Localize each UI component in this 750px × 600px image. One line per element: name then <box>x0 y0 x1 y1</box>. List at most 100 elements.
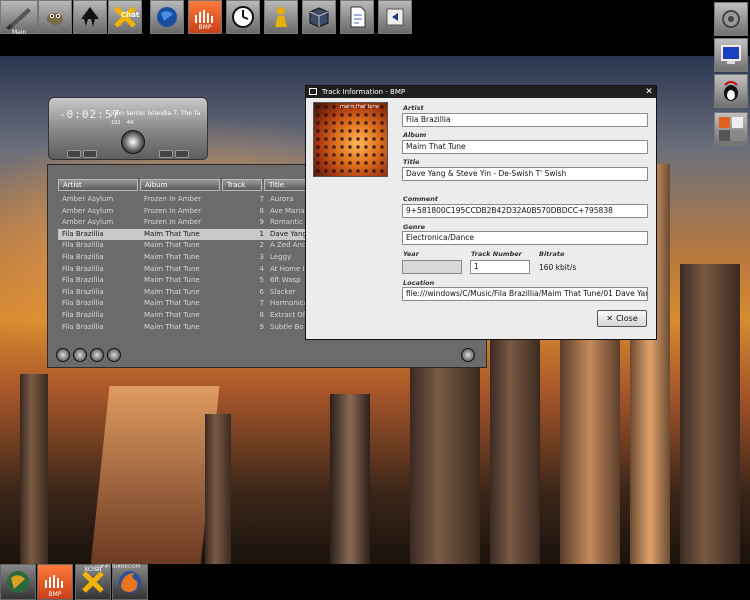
main-menu-icon <box>6 8 31 30</box>
cell-album: Maim That Tune <box>144 264 200 273</box>
xchat-launcher[interactable]: Chat <box>108 0 142 34</box>
dialog-titlebar[interactable]: Track Information - BMP ✕ <box>306 86 656 98</box>
play-knob[interactable] <box>121 130 145 154</box>
inkscape-launcher[interactable] <box>73 0 107 34</box>
playlist-add-button[interactable] <box>56 348 70 362</box>
task-caption-xchat: p(##) <box>95 564 111 570</box>
cell-track: 7 <box>259 195 264 203</box>
cell-album: Maim That Tune <box>144 287 200 296</box>
task-globe[interactable] <box>0 564 36 600</box>
dialog-title: Track Information - BMP <box>322 88 406 96</box>
wallpaper-building <box>20 374 48 564</box>
cell-artist: Amber Asylum <box>62 218 114 227</box>
bmp-main-window: -0:02:57 John Serrie: Ixlandia 7. The Ta… <box>48 97 208 160</box>
cell-track: 9 <box>259 218 264 227</box>
column-header-artist[interactable]: Artist <box>58 179 138 191</box>
cell-artist: Fila Brazillia <box>62 264 104 273</box>
wallpaper-building <box>680 264 740 564</box>
eject-button[interactable] <box>175 150 189 158</box>
album-field[interactable]: Maim That Tune <box>402 140 648 154</box>
dock-pager[interactable] <box>714 112 748 146</box>
dock-monitor[interactable] <box>714 38 748 72</box>
dock-settings[interactable] <box>714 2 748 36</box>
bmp-task-icon <box>45 575 63 588</box>
cell-artist: Fila Brazillia <box>62 252 104 261</box>
cell-album: Maim That Tune <box>144 299 200 308</box>
playlist-list-button[interactable] <box>461 348 475 362</box>
close-button-icon: ✕ <box>606 314 613 323</box>
cell-album: Maim That Tune <box>144 229 200 238</box>
bitrate-display: 192 44 <box>111 120 133 126</box>
playlist-misc-button[interactable] <box>107 348 121 362</box>
globe-browser-icon <box>155 5 179 29</box>
comment-field[interactable]: 9+581800C195CCDB2B42D32A0B570DBDCC+79583… <box>402 204 648 218</box>
package-launcher[interactable] <box>302 0 336 34</box>
comment-label: Comment <box>403 195 438 203</box>
top-panel: Main Chat BMP <box>0 0 750 37</box>
title-field[interactable]: Dave Yang & Steve Yin - De-Swish T' Swis… <box>402 167 648 181</box>
cell-album: Maim That Tune <box>144 252 200 261</box>
cell-artist: Amber Asylum <box>62 206 114 215</box>
cell-album: Maim That Tune <box>144 322 200 331</box>
close-button-label: Close <box>615 314 638 323</box>
package-icon <box>307 5 331 29</box>
bitrate-value-text: 160 kbit/s <box>539 263 577 272</box>
location-label: Location <box>403 279 435 287</box>
title-label: Title <box>403 158 420 166</box>
column-header-album[interactable]: Album <box>140 179 220 191</box>
cell-artist: Fila Brazillia <box>62 299 104 308</box>
cell-artist: Fila Brazillia <box>62 310 104 319</box>
genre-label: Genre <box>403 223 425 231</box>
next-button[interactable] <box>159 150 173 158</box>
main-menu-button[interactable]: Main <box>0 0 38 36</box>
genre-field[interactable]: Electronica/Dance <box>402 231 648 245</box>
messenger-launcher[interactable] <box>264 0 298 34</box>
wallpaper-building <box>205 414 231 564</box>
track-number-field[interactable]: 1 <box>470 260 530 274</box>
playlist-remove-button[interactable] <box>73 348 87 362</box>
cell-artist: Fila Brazillia <box>62 241 104 250</box>
xchat-launcher-label: Chat <box>121 11 140 19</box>
cell-track: 8 <box>259 310 264 319</box>
cell-album: Maim That Tune <box>144 276 200 285</box>
close-icon[interactable]: ✕ <box>644 87 654 97</box>
album-cover-image: maim that tune <box>313 102 388 177</box>
browser-launcher[interactable] <box>150 0 184 34</box>
cover-pattern <box>314 103 387 176</box>
cell-artist: Amber Asylum <box>62 195 114 203</box>
location-field[interactable]: file:///windows/C/Music/Fila Brazillia/M… <box>402 287 648 301</box>
task-caption-url: Ri#BP.COM <box>112 564 141 570</box>
artist-field[interactable]: Fila Brazillia <box>402 113 648 127</box>
back-launcher[interactable] <box>378 0 412 34</box>
task-bmp-label: BMP <box>48 591 62 598</box>
window-icon <box>309 88 317 95</box>
back-arrow-icon <box>383 5 407 29</box>
wallpaper-building <box>490 314 540 564</box>
bmp-launcher[interactable]: BMP <box>188 0 222 34</box>
main-menu-label: Main <box>12 29 27 36</box>
gimp-icon <box>43 5 67 29</box>
close-button[interactable]: ✕ Close <box>597 310 647 327</box>
previous-button[interactable] <box>67 150 81 158</box>
cell-track: 4 <box>259 264 264 273</box>
column-header-track[interactable]: Track <box>222 179 262 191</box>
cover-caption: maim that tune <box>340 104 379 110</box>
pager-icon <box>719 117 743 141</box>
bmp-launcher-label: BMP <box>198 24 212 31</box>
year-field[interactable] <box>402 260 462 274</box>
task-bmp[interactable]: BMP <box>37 564 73 600</box>
cell-album: Frozen In Amber <box>144 218 202 227</box>
globe-task-icon <box>7 571 29 593</box>
cell-track: 7 <box>259 299 264 308</box>
firefox-icon <box>119 571 141 593</box>
dock-debian[interactable] <box>714 74 748 108</box>
playlist-select-button[interactable] <box>90 348 104 362</box>
cell-track: 2 <box>259 241 264 250</box>
clock-launcher[interactable] <box>226 0 260 34</box>
cell-track: 8 <box>259 206 264 215</box>
year-label: Year <box>403 250 419 258</box>
gimp-launcher[interactable] <box>38 0 72 34</box>
document-launcher[interactable] <box>340 0 374 34</box>
stop-button[interactable] <box>83 150 97 158</box>
now-playing-title: John Serrie: Ixlandia 7. The Ta <box>111 110 201 117</box>
